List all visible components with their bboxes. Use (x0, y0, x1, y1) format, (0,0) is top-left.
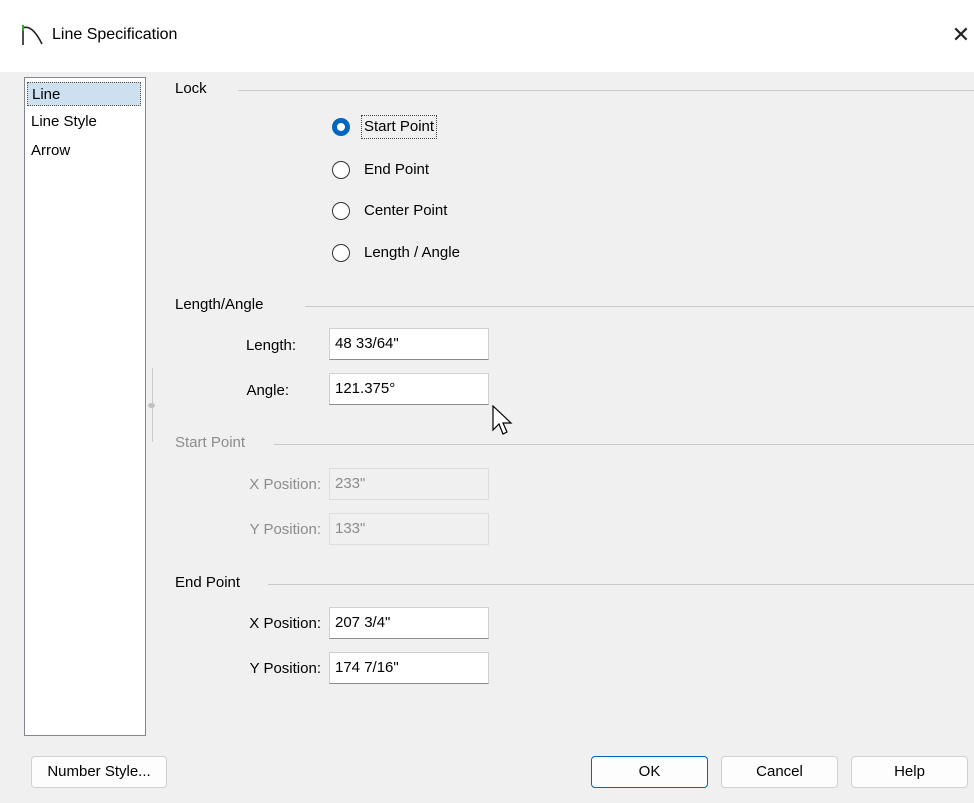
end-y-label: Y Position: (249, 660, 321, 677)
window-title: Line Specification (52, 26, 178, 43)
angle-label: Angle: (246, 382, 289, 399)
sidebar-panel: Line Line Style Arrow (24, 77, 146, 736)
line-specification-dialog: Line Specification ✕ Line Line Style Arr… (0, 0, 974, 803)
length-label: Length: (245, 337, 296, 354)
cancel-button[interactable]: Cancel (721, 756, 838, 788)
sidebar-item-line-style[interactable]: Line Style (27, 110, 141, 134)
length-angle-group-divider (305, 306, 974, 307)
length-field[interactable]: 48 33/64" (329, 328, 489, 360)
radio-start-point-label[interactable]: Start Point (360, 115, 438, 139)
radio-center-point-label[interactable]: Center Point (362, 200, 449, 222)
end-point-group-divider (268, 584, 974, 585)
help-button[interactable]: Help (851, 756, 968, 788)
radio-end-point-label[interactable]: End Point (362, 159, 431, 181)
angle-field[interactable]: 121.375° (329, 373, 489, 405)
radio-length-angle-label[interactable]: Length / Angle (362, 242, 462, 264)
length-angle-group-label: Length/Angle (175, 296, 264, 313)
start-x-field: 233" (329, 468, 489, 500)
radio-start-point[interactable] (332, 118, 350, 136)
close-icon[interactable]: ✕ (948, 20, 974, 50)
end-point-group-label: End Point (175, 574, 241, 591)
start-x-label: X Position: (249, 476, 321, 493)
sidebar-item-arrow[interactable]: Arrow (27, 139, 141, 163)
lock-group-divider (238, 90, 974, 91)
end-x-label: X Position: (249, 615, 321, 632)
mouse-cursor-icon (492, 405, 513, 435)
lock-group-label: Lock (175, 80, 207, 97)
start-y-label: Y Position: (249, 521, 321, 538)
title-bar[interactable]: Line Specification ✕ (0, 0, 974, 72)
number-style-button[interactable]: Number Style... (31, 756, 167, 788)
radio-length-angle[interactable] (332, 244, 350, 262)
start-point-group-divider (274, 444, 974, 445)
sidebar-item-line[interactable]: Line (27, 82, 141, 106)
end-x-field[interactable]: 207 3/4" (329, 607, 489, 639)
ok-button[interactable]: OK (591, 756, 708, 788)
radio-center-point[interactable] (332, 202, 350, 220)
start-point-group-label: Start Point (175, 434, 246, 451)
end-y-field[interactable]: 174 7/16" (329, 652, 489, 684)
radio-end-point[interactable] (332, 161, 350, 179)
splitter-grip-icon[interactable] (148, 403, 155, 408)
app-icon (22, 25, 43, 45)
start-y-field: 133" (329, 513, 489, 545)
